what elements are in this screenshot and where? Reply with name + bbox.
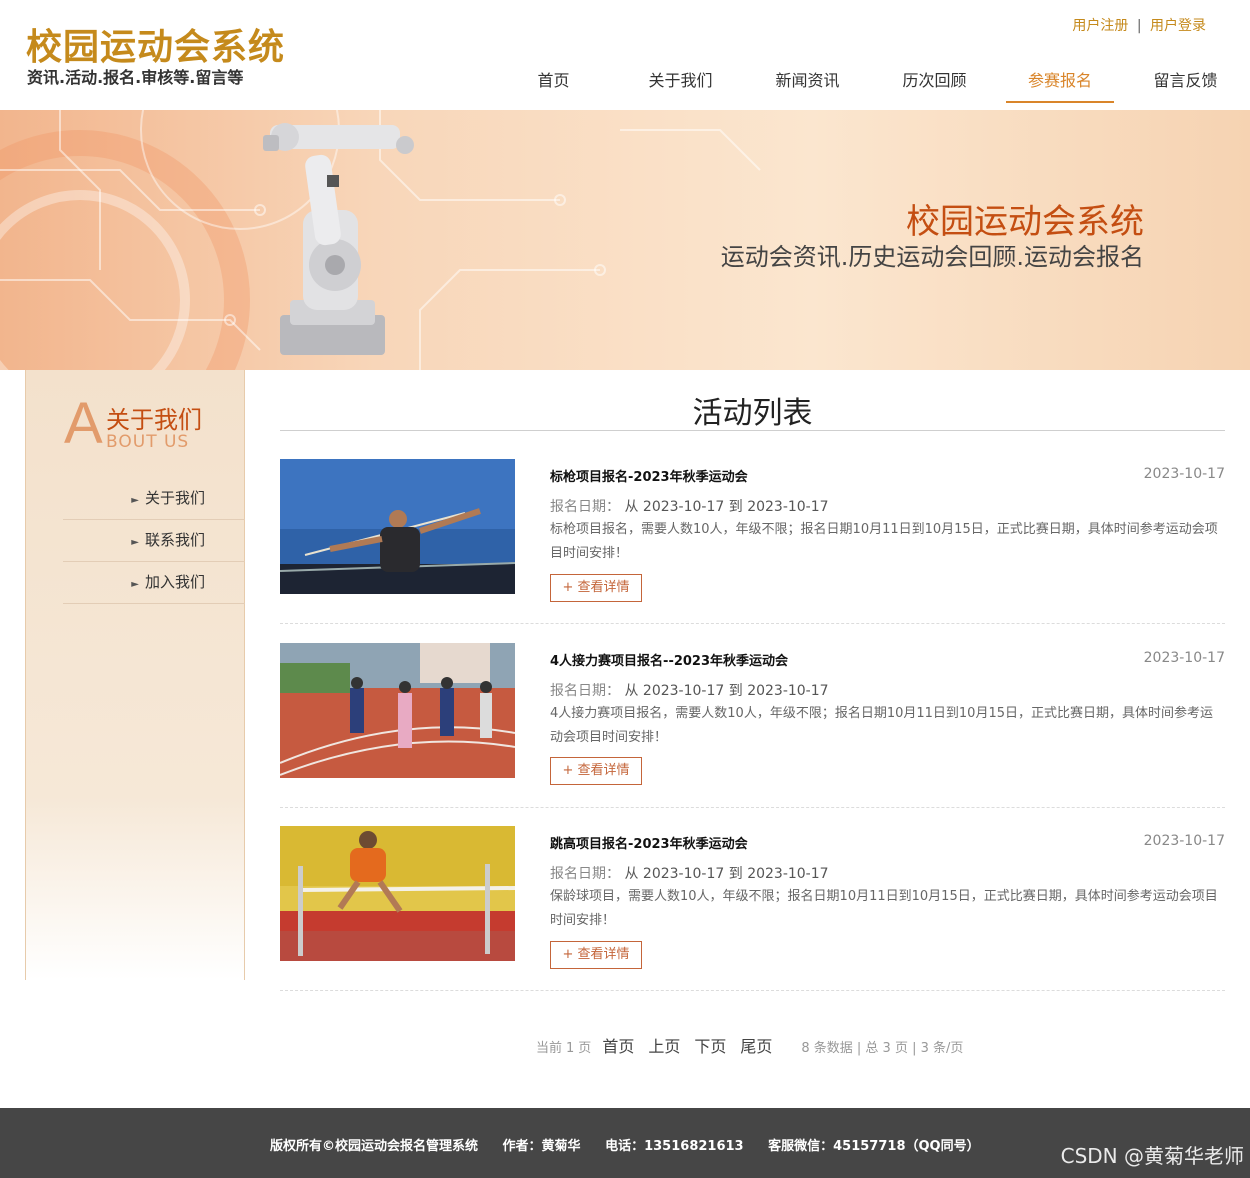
period-label: 报名日期： (550, 499, 620, 515)
list-item: 跳高项目报名-2023年秋季运动会 2023-10-17 报名日期： 从 202… (280, 807, 1225, 991)
csdn-watermark: CSDN @黄菊华老师 (1060, 1144, 1244, 1168)
from-label: 从 (624, 499, 639, 515)
item-period: 报名日期： 从 2023-10-17 到 2023-10-17 (550, 863, 829, 883)
start-date: 2023-10-17 (642, 866, 725, 882)
pager-summary: 8 条数据 | 总 3 页 | 3 条/页 (801, 1041, 964, 1056)
relay-photo[interactable] (280, 643, 515, 778)
title-divider (280, 430, 1225, 431)
item-description: 保龄球项目，需要人数10人，年级不限；报名日期10月11日到10月15日，正式比… (550, 889, 1218, 928)
pager-prev-button[interactable]: 上页 (648, 1033, 680, 1057)
end-date: 2023-10-17 (747, 866, 829, 882)
main-nav: 首页 关于我们 新闻资讯 历次回顾 参赛报名 留言反馈 (490, 60, 1249, 104)
pager-current-prefix: 当前 (536, 1041, 563, 1056)
sidebar: A 关于我们 BOUT US ► 关于我们 ► 联系我们 ► 加入我们 (25, 370, 245, 980)
footer-info: 版权所有©校园运动会报名管理系统 作者：黄菊华 电话：13516821613 客… (270, 1135, 1000, 1154)
end-date: 2023-10-17 (747, 683, 829, 699)
item-title[interactable]: 标枪项目报名-2023年秋季运动会 (550, 466, 748, 485)
footer-wechat: 客服微信：45157718（QQ同号） (768, 1139, 980, 1154)
site-subtitle: 资讯.活动.报名.审核等.留言等 (27, 68, 244, 87)
nav-history[interactable]: 历次回顾 (871, 60, 998, 103)
to-label: 到 (728, 499, 743, 515)
sidebar-heading-en: BOUT US (106, 432, 190, 452)
banner-title: 校园运动会系统 (906, 202, 1144, 242)
sidebar-item-label: 关于我们 (144, 489, 205, 507)
footer-phone: 电话：13516821613 (605, 1139, 744, 1154)
item-date: 2023-10-17 (1143, 650, 1225, 666)
nav-signup[interactable]: 参赛报名 (1006, 60, 1114, 103)
high-jump-photo[interactable] (280, 826, 515, 961)
item-title[interactable]: 跳高项目报名-2023年秋季运动会 (550, 833, 748, 852)
item-title[interactable]: 4人接力赛项目报名--2023年秋季运动会 (550, 650, 788, 669)
nav-news[interactable]: 新闻资讯 (744, 60, 871, 103)
sidebar-heading: A 关于我们 BOUT US (64, 391, 234, 456)
page-title: 活动列表 (692, 396, 813, 431)
nav-feedback[interactable]: 留言反馈 (1122, 60, 1249, 103)
chevron-right-icon: ► (131, 537, 139, 548)
sidebar-heading-cn: 关于我们 (106, 406, 202, 434)
sidebar-menu: ► 关于我们 ► 联系我们 ► 加入我们 (63, 478, 245, 604)
view-detail-button[interactable]: + 查看详情 (550, 941, 642, 969)
chevron-right-icon: ► (131, 495, 139, 506)
from-label: 从 (624, 866, 639, 882)
sidebar-item-label: 联系我们 (144, 531, 205, 549)
pager-first-button[interactable]: 首页 (602, 1033, 634, 1057)
link-separator: | (1136, 18, 1142, 34)
to-label: 到 (728, 683, 743, 699)
nav-about[interactable]: 关于我们 (617, 60, 744, 103)
item-date: 2023-10-17 (1143, 466, 1225, 482)
hero-banner: 校园运动会系统 运动会资讯.历史运动会回顾.运动会报名 (0, 110, 1250, 370)
view-detail-button[interactable]: + 查看详情 (550, 757, 642, 785)
pagination: 当前 1 页 首页 上页 下页 尾页 8 条数据 | 总 3 页 | 3 条/页 (536, 1033, 963, 1057)
start-date: 2023-10-17 (642, 499, 725, 515)
sidebar-heading-letter: A (64, 391, 103, 456)
user-links: 用户注册 | 用户登录 (1072, 15, 1206, 35)
footer-author: 作者：黄菊华 (502, 1139, 581, 1154)
to-label: 到 (728, 866, 743, 882)
sidebar-item-about[interactable]: ► 关于我们 (63, 478, 245, 520)
pager-current-suffix: 页 (578, 1041, 592, 1056)
item-description: 4人接力赛项目报名，需要人数10人，年级不限；报名日期10月11日到10月15日… (550, 706, 1213, 745)
pager-last-button[interactable]: 尾页 (740, 1033, 772, 1057)
nav-home[interactable]: 首页 (490, 60, 617, 103)
site-footer: 版权所有©校园运动会报名管理系统 作者：黄菊华 电话：13516821613 客… (0, 1108, 1250, 1178)
list-item: 4人接力赛项目报名--2023年秋季运动会 2023-10-17 报名日期： 从… (280, 624, 1225, 808)
period-label: 报名日期： (550, 866, 620, 882)
robot-arm-image (263, 123, 414, 355)
item-date: 2023-10-17 (1143, 833, 1225, 849)
chevron-right-icon: ► (131, 579, 139, 590)
javelin-photo[interactable] (280, 459, 515, 594)
view-detail-button[interactable]: + 查看详情 (550, 574, 642, 602)
site-header: 校园运动会系统 资讯.活动.报名.审核等.留言等 用户注册 | 用户登录 首页 … (0, 0, 1250, 110)
period-label: 报名日期： (550, 683, 620, 699)
item-period: 报名日期： 从 2023-10-17 到 2023-10-17 (550, 680, 829, 700)
start-date: 2023-10-17 (642, 683, 725, 699)
item-period: 报名日期： 从 2023-10-17 到 2023-10-17 (550, 496, 829, 516)
list-item: 标枪项目报名-2023年秋季运动会 2023-10-17 报名日期： 从 202… (280, 440, 1225, 624)
from-label: 从 (624, 683, 639, 699)
sidebar-item-join[interactable]: ► 加入我们 (63, 562, 245, 604)
sidebar-item-contact[interactable]: ► 联系我们 (63, 520, 245, 562)
site-title[interactable]: 校园运动会系统 (26, 18, 285, 70)
footer-copyright: 版权所有©校园运动会报名管理系统 (270, 1139, 479, 1154)
register-link[interactable]: 用户注册 (1072, 18, 1128, 34)
login-link[interactable]: 用户登录 (1150, 18, 1206, 34)
banner-subtitle: 运动会资讯.历史运动会回顾.运动会报名 (720, 243, 1144, 271)
pager-next-button[interactable]: 下页 (694, 1033, 726, 1057)
pager-current-page: 1 (566, 1041, 575, 1056)
sidebar-item-label: 加入我们 (144, 573, 205, 591)
item-description: 标枪项目报名，需要人数10人，年级不限；报名日期10月11日到10月15日，正式… (550, 522, 1218, 561)
end-date: 2023-10-17 (747, 499, 829, 515)
